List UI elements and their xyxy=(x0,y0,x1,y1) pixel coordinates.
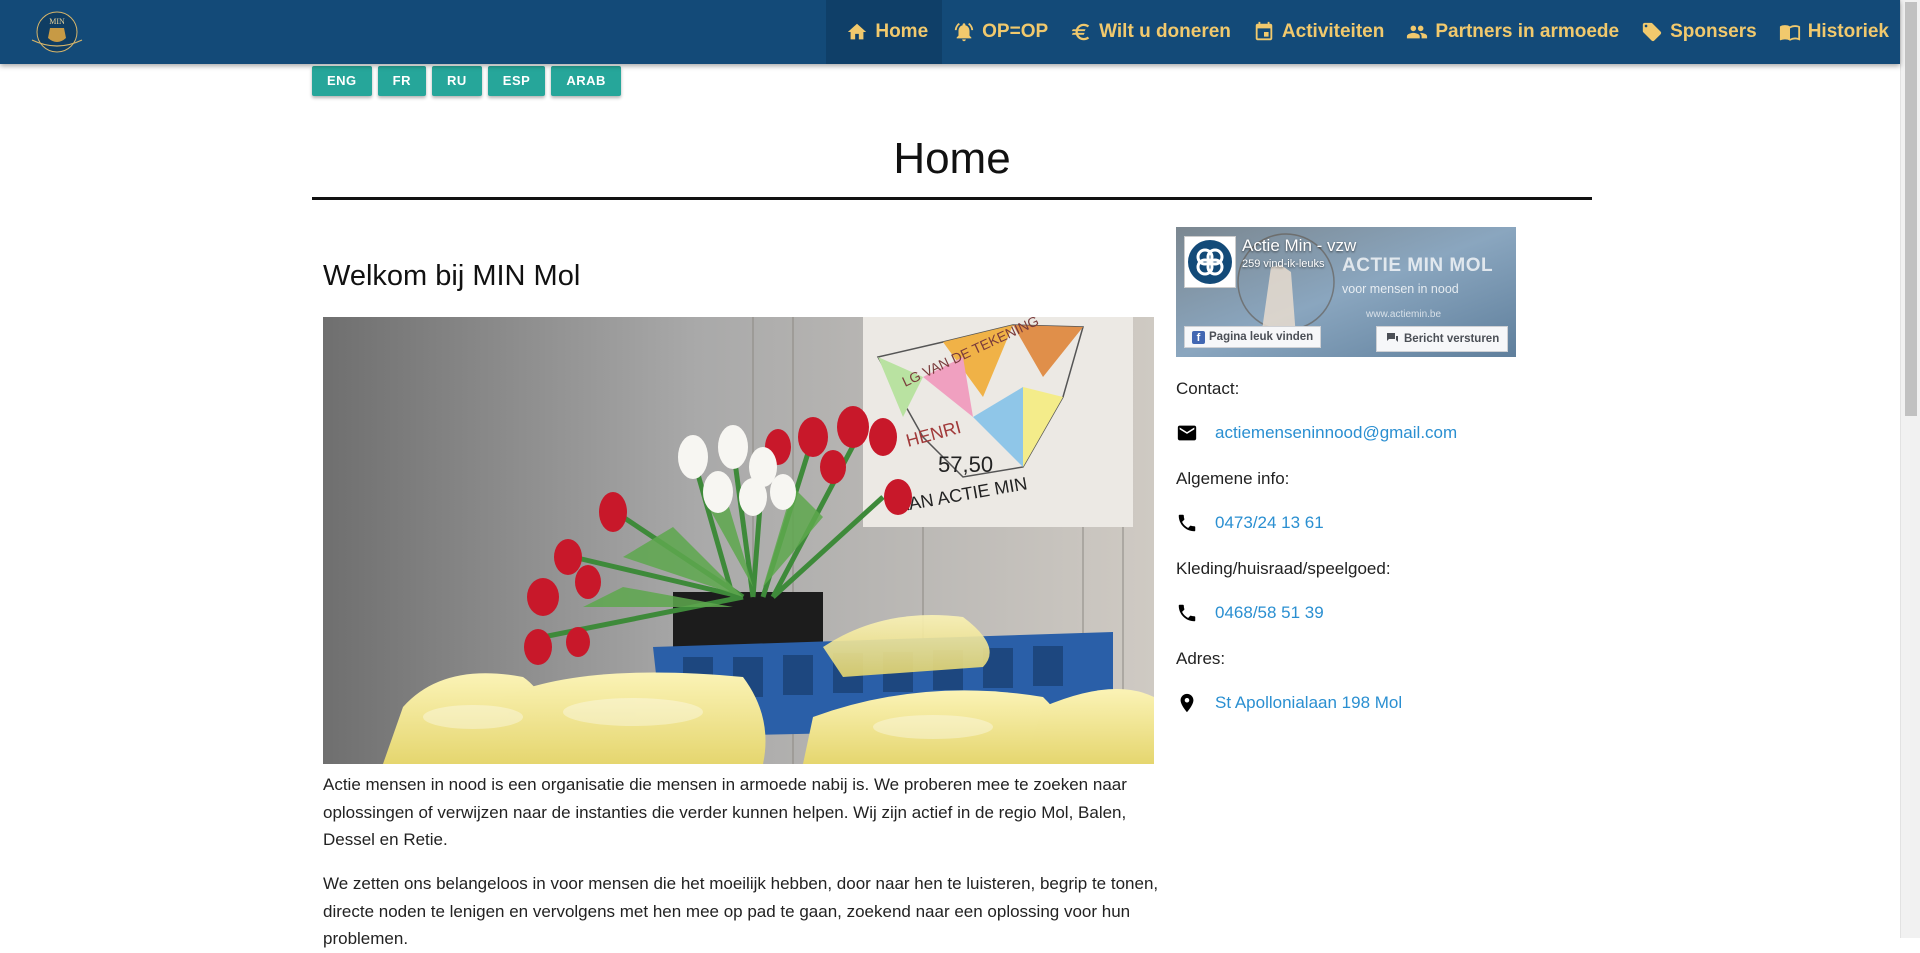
clothing-phone-link[interactable]: 0468/58 51 39 xyxy=(1215,603,1324,623)
address-link[interactable]: St Apollonialaan 198 Mol xyxy=(1215,693,1402,713)
nav-wilt-u-doneren[interactable]: Wilt u doneren xyxy=(1059,0,1242,64)
nav-partners-label: Partners in armoede xyxy=(1435,21,1620,42)
facebook-icon: f xyxy=(1192,330,1205,344)
facebook-like-count: 259 vind-ik-leuks xyxy=(1242,258,1325,270)
facebook-send-message-label: Bericht versturen xyxy=(1404,333,1500,345)
phone-icon xyxy=(1178,604,1196,622)
language-switcher: ENG FR RU ESP ARAB xyxy=(312,66,621,96)
facebook-like-page-label: Pagina leuk vinden xyxy=(1209,331,1314,343)
top-navbar: MIN Home OP=OP Wilt u doneren Activiteit… xyxy=(0,0,1900,64)
euro-icon xyxy=(1071,23,1090,41)
message-icon xyxy=(1387,333,1398,342)
general-phone-link[interactable]: 0473/24 13 61 xyxy=(1215,513,1324,533)
alarm-bell-icon xyxy=(954,23,974,42)
nav-historiek[interactable]: Historiek xyxy=(1768,0,1900,64)
facebook-cover-subtitle: voor mensen in nood xyxy=(1342,282,1459,296)
address-label: Adres: xyxy=(1176,649,1226,668)
tulips-photo: LG VAN DE TEKENING HENRI 57,50 AAN ACTIE… xyxy=(323,317,1154,764)
intro-paragraph-2: We zetten ons belangeloos in voor mensen… xyxy=(323,874,1159,948)
facebook-send-message-button[interactable]: Bericht versturen xyxy=(1376,326,1509,352)
location-pin-icon xyxy=(1180,693,1194,713)
nav-activiteiten[interactable]: Activiteiten xyxy=(1242,0,1395,64)
clothing-label: Kleding/huisraad/speelgoed: xyxy=(1176,559,1391,578)
nav-op-op-label: OP=OP xyxy=(982,21,1049,42)
general-phone-row: 0473/24 13 61 xyxy=(1176,512,1324,534)
welcome-heading: Welkom bij MIN Mol xyxy=(323,260,581,292)
email-icon xyxy=(1177,425,1197,441)
nav-historiek-label: Historiek xyxy=(1807,21,1889,42)
general-info-label: Algemene info: xyxy=(1176,469,1290,488)
photo-sign-line-3: 57,50 xyxy=(938,452,993,477)
facebook-cover-title: ACTIE MIN MOL xyxy=(1342,255,1494,276)
lang-button-eng[interactable]: ENG xyxy=(312,66,372,96)
facebook-page-widget[interactable]: Actie Min - vzw 259 vind-ik-leuks ACTIE … xyxy=(1176,227,1516,357)
nav-sponsers-label: Sponsers xyxy=(1670,21,1757,42)
min-logo[interactable]: MIN xyxy=(28,6,86,58)
book-icon xyxy=(1779,25,1800,41)
clothing-phone-row: 0468/58 51 39 xyxy=(1176,602,1324,624)
lang-button-ru[interactable]: RU xyxy=(432,66,482,96)
page-title: Home xyxy=(312,134,1592,200)
nav-home[interactable]: Home xyxy=(826,0,943,64)
logo-text: MIN xyxy=(49,17,65,26)
intro-paragraph-1: Actie mensen in nood is een organisatie … xyxy=(323,775,1127,849)
nav-partners-in-armoede[interactable]: Partners in armoede xyxy=(1395,0,1630,64)
email-link[interactable]: actiemenseninnood@gmail.com xyxy=(1215,423,1457,443)
contact-label: Contact: xyxy=(1176,379,1240,398)
facebook-cover-url: www.actiemin.be xyxy=(1366,309,1442,320)
page-scrollbar[interactable] xyxy=(1900,0,1920,938)
facebook-page-name[interactable]: Actie Min - vzw xyxy=(1242,236,1356,256)
home-icon xyxy=(848,23,867,40)
nav-op-op[interactable]: OP=OP xyxy=(942,0,1059,64)
tag-icon xyxy=(1642,22,1662,42)
people-icon xyxy=(1407,25,1428,39)
nav-home-label: Home xyxy=(875,21,929,42)
lang-button-esp[interactable]: ESP xyxy=(487,66,546,96)
calendar-icon xyxy=(1255,21,1273,41)
email-row: actiemenseninnood@gmail.com xyxy=(1176,422,1457,444)
scrollbar-thumb[interactable] xyxy=(1905,2,1917,416)
facebook-page-avatar[interactable] xyxy=(1184,236,1236,288)
facebook-like-page-button[interactable]: f Pagina leuk vinden xyxy=(1184,326,1322,348)
phone-icon xyxy=(1178,514,1196,532)
address-row: St Apollonialaan 198 Mol xyxy=(1176,692,1402,714)
lang-button-arab[interactable]: ARAB xyxy=(551,66,621,96)
nav-wilt-u-doneren-label: Wilt u doneren xyxy=(1099,21,1231,42)
lang-button-fr[interactable]: FR xyxy=(377,66,427,96)
nav-activiteiten-label: Activiteiten xyxy=(1281,21,1385,42)
nav-sponsers[interactable]: Sponsers xyxy=(1630,0,1768,64)
